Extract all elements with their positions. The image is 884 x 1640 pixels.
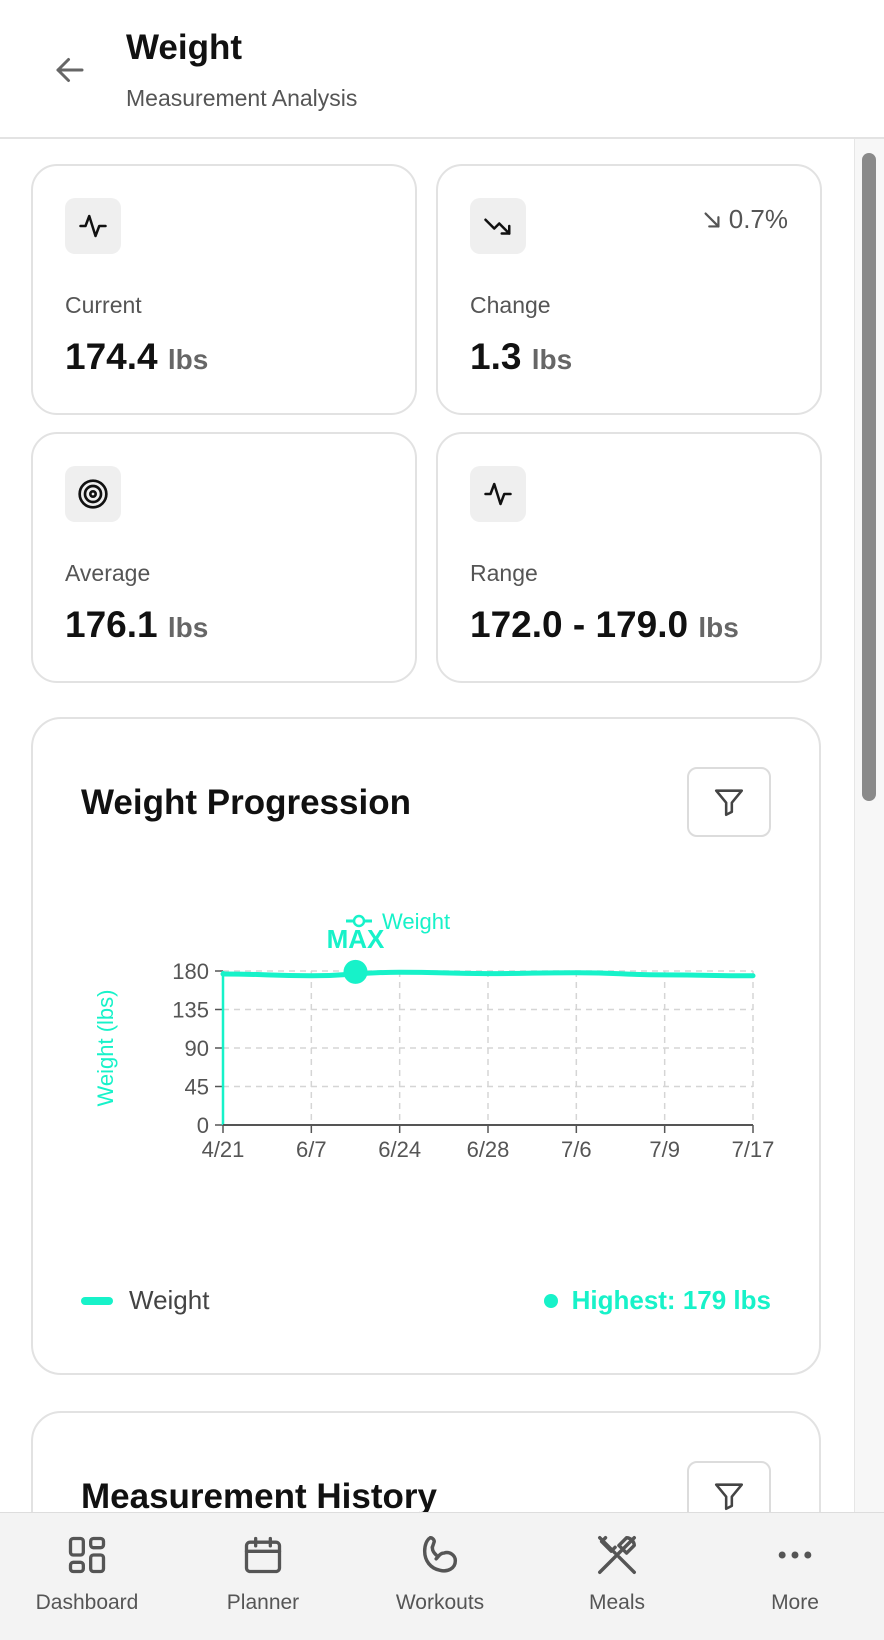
max-point [343,959,368,984]
legend-marker [352,914,366,928]
nav-item-workouts[interactable]: Workouts [355,1531,525,1631]
max-label: MAX [327,924,385,954]
x-tick-label: 4/21 [202,1137,245,1162]
calendar-icon [239,1531,287,1579]
nav-item-meals[interactable]: Meals [532,1531,702,1631]
highest-label: Highest: 179 lbs [571,1285,771,1315]
activity-icon [470,466,526,522]
target-icon [65,466,121,522]
highest-dot [543,1293,558,1308]
stat-card-average: Average 176.1 lbs [31,432,417,683]
nav-label: More [771,1591,819,1614]
page-title: Weight [126,28,243,67]
arrow-down-right-icon [704,211,720,228]
highest-indicator: Highest: 179 lbs [543,1285,771,1316]
scrollbar-thumb[interactable] [862,153,876,801]
nav-item-more[interactable]: More [710,1531,880,1631]
stat-value: 176.1 lbs [65,604,208,646]
change-indicator: 0.7% [701,204,788,235]
back-button[interactable] [44,44,96,96]
stat-unit: lbs [167,344,209,375]
chart-legend: Weight [81,1285,209,1316]
nav-label: Dashboard [35,1591,139,1614]
x-tick-label: 7/17 [732,1137,775,1162]
x-tick-label: 7/9 [649,1137,680,1162]
y-tick-label: 135 [172,998,209,1023]
y-tick-label: 45 [185,1075,209,1100]
history-filter-button[interactable] [687,1461,771,1512]
stat-card-change: 0.7% Change 1.3 lbs [436,164,822,415]
nav-item-planner[interactable]: Planner [178,1531,348,1631]
nav-label: Workouts [395,1591,485,1614]
weight-series-line [220,969,756,979]
weight-line-chart: 0 45 90 135 180 4/21 6/7 6/24 6/28 7/6 7/9 7/17 Weig… [93,909,775,1162]
stat-number: 1.3 [470,336,522,377]
stat-number: 172.0 - 179.0 [470,604,689,645]
stat-value: 1.3 lbs [470,336,572,378]
nav-label: Meals [588,1591,646,1614]
change-percent: 0.7% [728,204,788,234]
x-tick-label: 6/7 [296,1137,327,1162]
stat-label: Change [470,292,551,318]
dashboard-icon [63,1531,111,1579]
stat-value: 174.4 lbs [65,336,208,378]
bottom-nav: Dashboard Planner Workouts Meals More [0,1512,884,1640]
more-icon [771,1531,819,1579]
stat-value: 172.0 - 179.0 lbs [470,604,739,646]
content-scroll-area[interactable]: Current 174.4 lbs 0.7% Change 1.3 lbs Av… [0,139,884,1512]
bicep-icon [416,1531,464,1579]
activity-icon [65,198,121,254]
stat-number: 176.1 [65,604,158,645]
legend-label: Weight [129,1285,210,1315]
nav-label: Planner [226,1591,300,1614]
stat-card-range: Range 172.0 - 179.0 lbs [436,432,822,683]
weight-progression-card: Weight Progression 0 45 90 135 180 4/21 6/7 6/2… [31,717,821,1375]
y-tick-label: 90 [185,1036,209,1061]
stat-unit: lbs [531,344,573,375]
x-tick-label: 6/24 [378,1137,421,1162]
stat-unit: lbs [698,612,739,643]
page-subtitle: Measurement Analysis [126,85,358,111]
utensils-icon [593,1531,641,1579]
stat-unit: lbs [167,612,209,643]
y-tick-label: 0 [197,1113,209,1138]
app-header: Weight Measurement Analysis [0,0,884,139]
legend-series-name: Weight [382,909,450,934]
y-tick-label: 180 [172,959,209,984]
filter-icon [714,1483,744,1511]
x-tick-label: 6/28 [467,1137,510,1162]
stat-label: Range [470,560,538,586]
y-axis-label: Weight (lbs) [93,990,118,1107]
measurement-history-card: Measurement History [31,1411,821,1512]
trending-down-icon [470,198,526,254]
history-title: Measurement History [81,1477,437,1512]
stat-card-current: Current 174.4 lbs [31,164,417,415]
stat-label: Current [65,292,142,318]
stat-label: Average [65,560,151,586]
scrollbar[interactable] [854,139,884,1512]
nav-item-dashboard[interactable]: Dashboard [2,1531,172,1631]
legend-swatch [81,1296,113,1305]
x-tick-label: 7/6 [561,1137,592,1162]
stat-number: 174.4 [65,336,158,377]
arrow-left-icon [56,58,84,82]
